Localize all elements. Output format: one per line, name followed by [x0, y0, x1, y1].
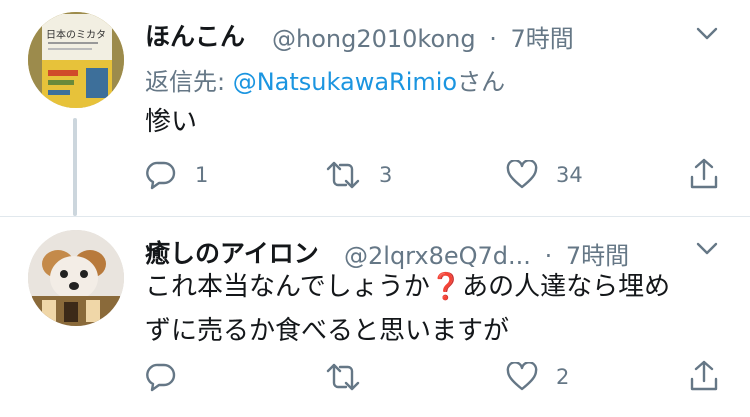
tweet-1[interactable]: 日本のミカタ ほんこん @hong2010kong · 7時間 返信先: @Na…	[0, 0, 750, 216]
dog-avatar-image	[28, 230, 124, 326]
meta-separator: ·	[489, 25, 497, 53]
retweet-icon	[326, 161, 360, 189]
tweet-text: 惨い	[145, 107, 198, 137]
avatar[interactable]	[28, 230, 124, 326]
heart-icon	[506, 362, 538, 391]
reply-mention-link[interactable]: @NatsukawaRimio	[233, 68, 457, 96]
share-icon	[690, 360, 718, 391]
like-button[interactable]: 2	[506, 362, 569, 392]
thread-connector-line	[73, 118, 77, 216]
avatar[interactable]: 日本のミカタ	[28, 12, 124, 108]
retweet-button[interactable]: 3	[325, 160, 392, 190]
avatar-caption: 日本のミカタ	[46, 30, 106, 41]
heart-icon	[506, 160, 538, 189]
user-handle[interactable]: @hong2010kong	[272, 25, 476, 53]
chevron-down-icon[interactable]	[694, 239, 720, 259]
reply-icon	[146, 161, 176, 190]
tweet-2[interactable]: 癒しのアイロン @2lqrx8eQ7d... · 7時間 これ本当なんでしょうか…	[0, 217, 750, 417]
like-count: 34	[556, 163, 583, 187]
share-button[interactable]	[688, 157, 738, 191]
reply-icon	[146, 363, 176, 392]
retweet-button[interactable]	[325, 362, 379, 392]
tweet-text-part: これ本当なんでしょうか	[145, 272, 430, 302]
retweet-icon	[326, 363, 360, 391]
chevron-down-icon[interactable]	[694, 24, 720, 44]
like-button[interactable]: 34	[506, 160, 583, 190]
reply-suffix: さん	[457, 68, 506, 96]
replying-to: 返信先: @NatsukawaRimioさん	[145, 62, 505, 97]
share-icon	[690, 158, 718, 189]
like-count: 2	[556, 365, 570, 389]
tweet-text-line-1: これ本当なんでしょうか❓あの人達なら埋め	[145, 265, 735, 309]
reply-prefix: 返信先:	[145, 68, 233, 96]
retweet-count: 3	[379, 163, 393, 187]
reply-button[interactable]	[145, 362, 195, 392]
tweet-meta: @hong2010kong · 7時間	[272, 19, 574, 54]
reply-button[interactable]: 1	[145, 160, 208, 190]
share-button[interactable]	[688, 359, 738, 393]
tweet-text: これ本当なんでしょうか❓あの人達なら埋め ずに売るか食べると思いますが	[145, 265, 735, 353]
question-mark-emoji: ❓	[429, 272, 463, 302]
display-name[interactable]: ほんこん	[145, 17, 245, 53]
tweet-text-line-2: ずに売るか食べると思いますが	[145, 316, 510, 346]
reply-count: 1	[195, 163, 209, 187]
tweet-text-part: あの人達なら埋め	[462, 272, 671, 302]
timestamp[interactable]: 7時間	[511, 25, 574, 53]
